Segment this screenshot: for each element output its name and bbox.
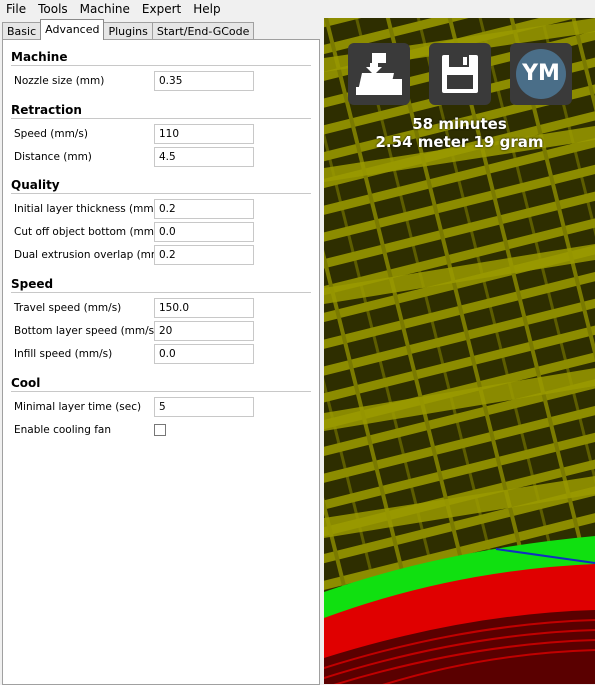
travel-speed-label: Travel speed (mm/s) xyxy=(14,302,122,314)
speed-section: Speed Travel speed (mm/s) 150.0 Bottom l… xyxy=(11,277,311,366)
retraction-speed-input[interactable]: 110 xyxy=(154,124,254,144)
bottom-layer-speed-row: Bottom layer speed (mm/s) 20 xyxy=(11,320,311,343)
cut-off-input[interactable]: 0.0 xyxy=(154,222,254,242)
youmagine-icon: YM xyxy=(516,49,566,99)
min-layer-time-row: Minimal layer time (sec) 5 xyxy=(11,396,311,419)
advanced-tab-page: Machine Nozzle size (mm) 0.35 Retraction… xyxy=(2,39,320,685)
nozzle-size-label: Nozzle size (mm) xyxy=(14,75,105,87)
tab-advanced[interactable]: Advanced xyxy=(40,19,105,40)
travel-speed-input[interactable]: 150.0 xyxy=(154,298,254,318)
retraction-distance-label: Distance (mm) xyxy=(14,151,92,163)
tab-bar: Basic Advanced Plugins Start/End-GCode xyxy=(2,19,255,40)
cooling-fan-row: Enable cooling fan xyxy=(11,419,311,442)
dual-overlap-label: Dual extrusion overlap (mm) xyxy=(14,249,166,261)
load-button[interactable] xyxy=(348,43,410,105)
retraction-section: Retraction Speed (mm/s) 110 Distance (mm… xyxy=(11,103,311,169)
retraction-speed-label: Speed (mm/s) xyxy=(14,128,88,140)
3d-viewport[interactable]: YM 58 minutes 2.54 meter 19 gram xyxy=(324,18,595,684)
tab-start-end-gcode[interactable]: Start/End-GCode xyxy=(151,22,255,40)
travel-speed-row: Travel speed (mm/s) 150.0 xyxy=(11,297,311,320)
infill-speed-input[interactable]: 0.0 xyxy=(154,344,254,364)
menu-file[interactable]: File xyxy=(0,0,32,18)
nozzle-size-row: Nozzle size (mm) 0.35 xyxy=(11,70,311,93)
youmagine-button[interactable]: YM xyxy=(510,43,572,105)
section-title-quality: Quality xyxy=(11,178,311,194)
cut-off-row: Cut off object bottom (mm) 0.0 xyxy=(11,221,311,244)
tab-plugins[interactable]: Plugins xyxy=(103,22,153,40)
cooling-fan-checkbox[interactable] xyxy=(154,424,166,436)
load-icon xyxy=(356,53,402,95)
section-title-speed: Speed xyxy=(11,277,311,293)
initial-layer-row: Initial layer thickness (mm) 0.2 xyxy=(11,198,311,221)
menu-expert[interactable]: Expert xyxy=(136,0,187,18)
cool-section: Cool Minimal layer time (sec) 5 Enable c… xyxy=(11,376,311,442)
infill-speed-row: Infill speed (mm/s) 0.0 xyxy=(11,343,311,366)
print-time-text: 58 minutes xyxy=(412,115,507,133)
infill-speed-label: Infill speed (mm/s) xyxy=(14,348,113,360)
dual-overlap-input[interactable]: 0.2 xyxy=(154,245,254,265)
nozzle-size-input[interactable]: 0.35 xyxy=(154,71,254,91)
section-title-machine: Machine xyxy=(11,50,311,66)
cut-off-label: Cut off object bottom (mm) xyxy=(14,226,159,238)
cooling-fan-label: Enable cooling fan xyxy=(14,424,112,436)
menu-bar: File Tools Machine Expert Help xyxy=(0,0,595,18)
dual-overlap-row: Dual extrusion overlap (mm) 0.2 xyxy=(11,244,311,267)
bottom-layer-speed-label: Bottom layer speed (mm/s) xyxy=(14,325,159,337)
menu-machine[interactable]: Machine xyxy=(74,0,136,18)
save-icon xyxy=(442,55,478,93)
menu-help[interactable]: Help xyxy=(187,0,226,18)
initial-layer-input[interactable]: 0.2 xyxy=(154,199,254,219)
quality-section: Quality Initial layer thickness (mm) 0.2… xyxy=(11,178,311,267)
section-title-cool: Cool xyxy=(11,376,311,392)
retraction-distance-input[interactable]: 4.5 xyxy=(154,147,254,167)
initial-layer-label: Initial layer thickness (mm) xyxy=(14,203,158,215)
settings-panel: Basic Advanced Plugins Start/End-GCode M… xyxy=(0,18,324,685)
tab-basic[interactable]: Basic xyxy=(2,22,42,40)
print-material-text: 2.54 meter 19 gram xyxy=(375,133,544,151)
retraction-distance-row: Distance (mm) 4.5 xyxy=(11,146,311,169)
section-title-retraction: Retraction xyxy=(11,103,311,119)
retraction-speed-row: Speed (mm/s) 110 xyxy=(11,123,311,146)
menu-tools[interactable]: Tools xyxy=(32,0,74,18)
machine-section: Machine Nozzle size (mm) 0.35 xyxy=(11,50,311,93)
bottom-layer-speed-input[interactable]: 20 xyxy=(154,321,254,341)
min-layer-time-label: Minimal layer time (sec) xyxy=(14,401,142,413)
save-button[interactable] xyxy=(429,43,491,105)
min-layer-time-input[interactable]: 5 xyxy=(154,397,254,417)
